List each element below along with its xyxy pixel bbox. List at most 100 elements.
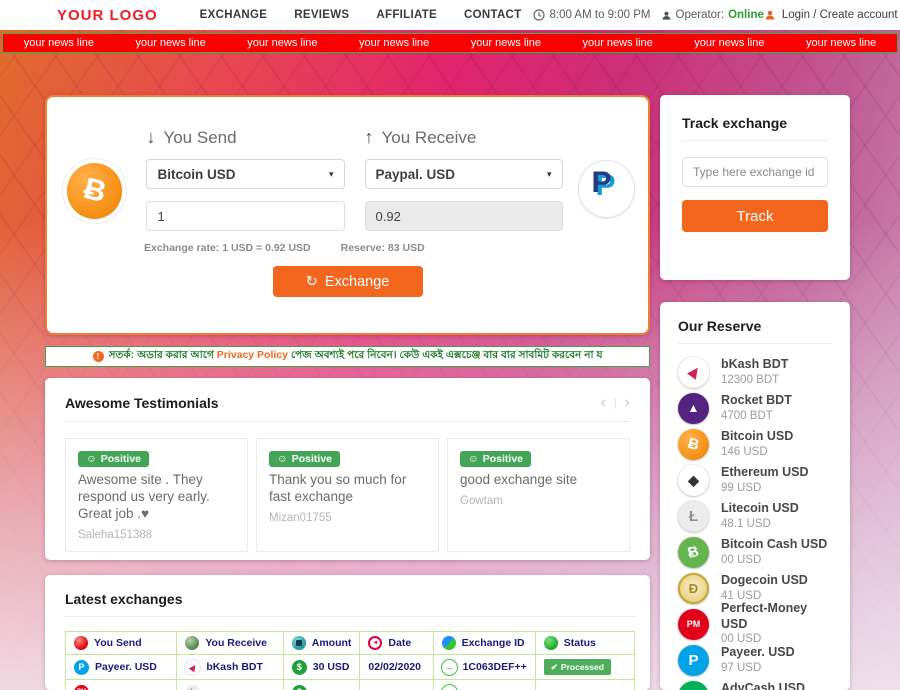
nav-item-contact[interactable]: CONTACT <box>464 9 521 21</box>
carousel-prev-icon[interactable]: ‹ <box>600 394 605 412</box>
carousel-next-icon[interactable]: › <box>625 394 630 412</box>
nav-item-exchange[interactable]: EXCHANGE <box>200 9 268 21</box>
nav-item-affiliate[interactable]: AFFILIATE <box>376 9 437 21</box>
track-id-input[interactable] <box>682 157 828 187</box>
nav-item-reviews[interactable]: REVIEWS <box>294 9 349 21</box>
exchange-button[interactable]: ↻ Exchange <box>273 266 423 297</box>
reserve-item-ethereum: ◆ Ethereum USD99 USD <box>678 462 832 498</box>
divider <box>682 140 828 141</box>
news-line: your news line <box>359 37 429 49</box>
up-arrow-icon: ↑ <box>365 127 374 148</box>
site-logo[interactable]: YOUR LOGO <box>57 7 158 24</box>
reserve-item-perfect-money: PM Perfect-Money USD00 USD <box>678 606 832 642</box>
testimonials-title: Awesome Testimonials <box>65 395 219 411</box>
positive-badge: ☺ Positive <box>78 451 149 467</box>
you-receive-heading: ↑ You Receive <box>365 127 563 148</box>
operator-status: Operator: Online <box>661 9 764 21</box>
warning-text: সতর্ক: অডার করার আগে Privacy Policy পেজ … <box>109 348 603 365</box>
status-badge: ✔Processed <box>544 659 611 675</box>
testimonial-author: Gowtam <box>460 495 617 507</box>
you-receive-header-icon <box>185 636 199 650</box>
reserve-item-payeer: P Payeer. USD97 USD <box>678 642 832 678</box>
divider <box>65 421 630 422</box>
perfect-money-icon: PM <box>74 685 89 690</box>
our-reserve-panel: Our Reserve ▶ bKash BDT12300 BDT ▲ Rocke… <box>660 302 850 690</box>
page-background: YOUR LOGO EXCHANGE REVIEWS AFFILIATE CON… <box>0 0 900 690</box>
receive-currency-select[interactable]: Paypal. USD ▾ <box>365 159 563 189</box>
amount-header-icon <box>292 636 306 650</box>
check-icon: ✔ <box>551 662 558 673</box>
reserve-item-advcash: A AdvCash USD00 USD <box>678 678 832 690</box>
select-caret-icon: ▾ <box>547 169 552 180</box>
ethereum-icon: ◆ <box>678 465 709 496</box>
divider <box>65 616 635 617</box>
privacy-policy-link[interactable]: Privacy Policy <box>217 349 288 361</box>
news-line: your news line <box>806 37 876 49</box>
litecoin-icon: Ł <box>185 685 200 690</box>
send-amount-input[interactable] <box>146 201 344 231</box>
login-label: Login / Create account <box>782 9 898 21</box>
smiley-icon: ☺ <box>277 453 288 465</box>
you-send-section: ↓ You Send Bitcoin USD ▾ <box>146 113 344 231</box>
track-button[interactable]: Track <box>682 200 828 232</box>
litecoin-icon: Ł <box>678 501 709 532</box>
down-arrow-icon: ↓ <box>146 127 155 148</box>
news-line: your news line <box>694 37 764 49</box>
clock-icon <box>533 9 545 21</box>
warning-icon: ! <box>93 351 104 362</box>
dollar-icon: $ <box>292 685 307 690</box>
reserve-text: Reserve: 83 USD <box>341 242 425 254</box>
table-row[interactable]: PM Ł $ → <box>66 680 635 690</box>
reserve-item-bitcoin: Ƀ Bitcoin USD146 USD <box>678 426 832 462</box>
working-hours: 8:00 AM to 9:00 PM <box>533 9 650 21</box>
warning-bar: ! সতর্ক: অডার করার আগে Privacy Policy পে… <box>45 346 650 367</box>
news-ticker: your news line your news line your news … <box>2 33 898 53</box>
bitcoin-cash-icon: Ƀ <box>678 537 709 568</box>
you-receive-section: ↑ You Receive Paypal. USD ▾ <box>365 113 563 231</box>
smiley-icon: ☺ <box>86 453 97 465</box>
main-nav: EXCHANGE REVIEWS AFFILIATE CONTACT <box>200 9 522 21</box>
table-header-row: You Send You Receive Amount ◄Date Exchan… <box>66 632 635 655</box>
reserve-item-rocket: ▲ Rocket BDT4700 BDT <box>678 390 832 426</box>
dollar-icon: $ <box>292 660 307 675</box>
positive-badge: ☺ Positive <box>460 451 531 467</box>
latest-exchanges-title: Latest exchanges <box>65 591 635 607</box>
news-line: your news line <box>582 37 652 49</box>
smiley-icon: ☺ <box>468 453 479 465</box>
exchange-id-header-icon <box>442 636 456 650</box>
user-icon <box>764 9 776 21</box>
operator-online-value: Online <box>728 9 764 21</box>
send-currency-select[interactable]: Bitcoin USD ▾ <box>146 159 344 189</box>
login-create-account[interactable]: Login / Create account <box>764 9 898 21</box>
exchange-widget: Ƀ ↓ You Send Bitcoin USD ▾ ↑ You Receive <box>45 95 650 335</box>
testimonial-text: good exchange site <box>460 472 617 489</box>
testimonial-author: Saleha151388 <box>78 529 235 541</box>
positive-badge: ☺ Positive <box>269 451 340 467</box>
exchange-rate-text: Exchange rate: 1 USD = 0.92 USD <box>144 242 311 254</box>
payeer-icon: P <box>678 645 709 676</box>
track-exchange-panel: Track exchange Track <box>660 95 850 280</box>
select-caret-icon: ▾ <box>329 169 334 180</box>
testimonial-text: Thank you so much for fast exchange <box>269 472 426 506</box>
testimonial-text: Awesome site . They respond us very earl… <box>78 472 235 523</box>
testimonial-author: Mizan01755 <box>269 512 426 524</box>
reserve-item-bitcoin-cash: Ƀ Bitcoin Cash USD00 USD <box>678 534 832 570</box>
track-title: Track exchange <box>682 115 828 131</box>
rocket-icon: ▲ <box>678 393 709 424</box>
paypal-icon: PP <box>579 161 634 217</box>
testimonials-panel: Awesome Testimonials ‹ | › ☺ Positive Aw… <box>45 378 650 560</box>
operator-icon <box>661 10 672 21</box>
table-row[interactable]: PPayeer. USD ▶bKash BDT $30 USD 02/02/20… <box>66 655 635 680</box>
bkash-icon: ▶ <box>185 660 200 675</box>
reserve-item-bkash: ▶ bKash BDT12300 BDT <box>678 354 832 390</box>
news-line: your news line <box>247 37 317 49</box>
advcash-icon: A <box>678 681 709 690</box>
latest-exchanges-panel: Latest exchanges You Send You Receive Am… <box>45 575 650 690</box>
dogecoin-icon: Ð <box>678 573 709 604</box>
operator-label: Operator: <box>676 9 725 21</box>
receive-amount-input[interactable] <box>365 201 563 231</box>
bitcoin-icon: Ƀ <box>678 429 709 460</box>
carousel-separator: | <box>614 397 617 409</box>
arrow-right-icon: → <box>442 660 457 675</box>
divider <box>678 343 832 344</box>
